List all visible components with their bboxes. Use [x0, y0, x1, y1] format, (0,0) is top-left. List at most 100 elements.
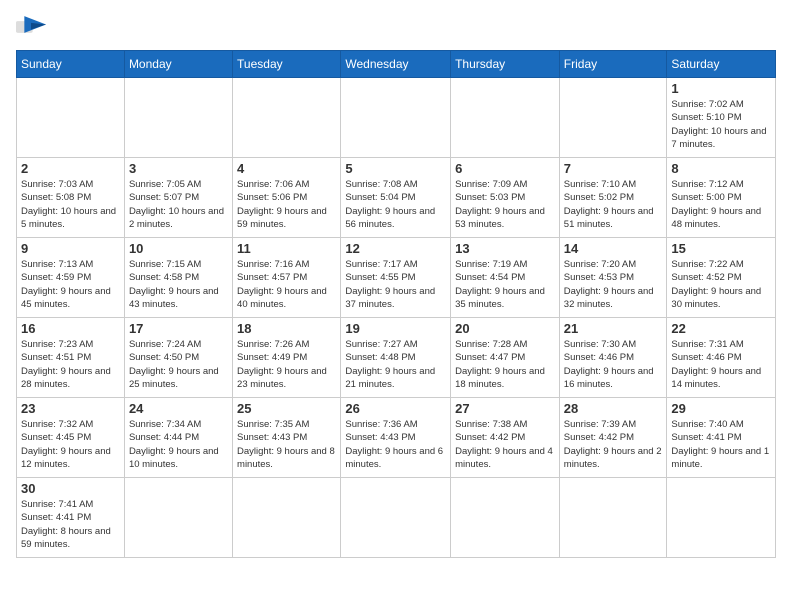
calendar-cell — [233, 478, 341, 558]
day-number: 9 — [21, 241, 120, 256]
day-info: Sunrise: 7:27 AMSunset: 4:48 PMDaylight:… — [345, 338, 446, 391]
calendar-cell: 12 Sunrise: 7:17 AMSunset: 4:55 PMDayligh… — [341, 238, 451, 318]
calendar-header-thursday: Thursday — [451, 51, 560, 78]
calendar-cell: 8Sunrise: 7:12 AMSunset: 5:00 PMDaylight… — [667, 158, 776, 238]
calendar-header-sunday: Sunday — [17, 51, 125, 78]
calendar-cell — [124, 78, 232, 158]
day-number: 28 — [564, 401, 663, 416]
week-row-1: 1 Sunrise: 7:02 AMSunset: 5:10 PMDaylight… — [17, 78, 776, 158]
day-info: Sunrise: 7:26 AMSunset: 4:49 PMDaylight:… — [237, 338, 336, 391]
day-info: Sunrise: 7:34 AMSunset: 4:44 PMDaylight:… — [129, 418, 228, 471]
day-info: Sunrise: 7:28 AMSunset: 4:47 PMDaylight:… — [455, 338, 555, 391]
day-number: 14 — [564, 241, 663, 256]
calendar-cell — [17, 78, 125, 158]
day-number: 20 — [455, 321, 555, 336]
calendar-cell — [451, 478, 560, 558]
calendar-cell: 15 Sunrise: 7:22 AMSunset: 4:52 PMDayligh… — [667, 238, 776, 318]
day-info: Sunrise: 7:39 AMSunset: 4:42 PMDaylight:… — [564, 418, 663, 471]
calendar-cell: 18Sunrise: 7:26 AMSunset: 4:49 PMDayligh… — [233, 318, 341, 398]
day-info: Sunrise: 7:16 AMSunset: 4:57 PMDaylight:… — [237, 258, 336, 311]
calendar-cell: 6Sunrise: 7:09 AMSunset: 5:03 PMDaylight… — [451, 158, 560, 238]
day-number: 16 — [21, 321, 120, 336]
day-number: 2 — [21, 161, 120, 176]
calendar-cell: 17 Sunrise: 7:24 AMSunset: 4:50 PMDayligh… — [124, 318, 232, 398]
calendar-cell — [341, 78, 451, 158]
calendar-cell: 10Sunrise: 7:15 AMSunset: 4:58 PMDayligh… — [124, 238, 232, 318]
calendar-cell: 14 Sunrise: 7:20 AMSunset: 4:53 PMDayligh… — [559, 238, 667, 318]
day-info: Sunrise: 7:20 AMSunset: 4:53 PMDaylight:… — [564, 258, 663, 311]
day-number: 21 — [564, 321, 663, 336]
week-row-4: 16 Sunrise: 7:23 AMSunset: 4:51 PMDayligh… — [17, 318, 776, 398]
calendar-cell: 23 Sunrise: 7:32 AMSunset: 4:45 PMDayligh… — [17, 398, 125, 478]
day-number: 12 — [345, 241, 446, 256]
calendar-cell: 13Sunrise: 7:19 AMSunset: 4:54 PMDayligh… — [451, 238, 560, 318]
day-info: Sunrise: 7:09 AMSunset: 5:03 PMDaylight:… — [455, 178, 555, 231]
day-info: Sunrise: 7:32 AMSunset: 4:45 PMDaylight:… — [21, 418, 120, 471]
calendar-header-saturday: Saturday — [667, 51, 776, 78]
calendar-cell — [233, 78, 341, 158]
day-number: 27 — [455, 401, 555, 416]
calendar-cell: 1 Sunrise: 7:02 AMSunset: 5:10 PMDaylight… — [667, 78, 776, 158]
week-row-3: 9 Sunrise: 7:13 AMSunset: 4:59 PMDaylight… — [17, 238, 776, 318]
day-info: Sunrise: 7:03 AMSunset: 5:08 PMDaylight:… — [21, 178, 120, 231]
day-number: 3 — [129, 161, 228, 176]
day-info: Sunrise: 7:12 AMSunset: 5:00 PMDaylight:… — [671, 178, 771, 231]
day-info: Sunrise: 7:41 AMSunset: 4:41 PMDaylight:… — [21, 498, 120, 551]
day-info: Sunrise: 7:38 AMSunset: 4:42 PMDaylight:… — [455, 418, 555, 471]
day-number: 13 — [455, 241, 555, 256]
day-number: 17 — [129, 321, 228, 336]
day-number: 19 — [345, 321, 446, 336]
calendar-cell — [124, 478, 232, 558]
calendar-cell: 25 Sunrise: 7:35 AMSunset: 4:43 PMDayligh… — [233, 398, 341, 478]
day-number: 7 — [564, 161, 663, 176]
day-number: 11 — [237, 241, 336, 256]
calendar-cell: 21 Sunrise: 7:30 AMSunset: 4:46 PMDayligh… — [559, 318, 667, 398]
calendar-cell: 7 Sunrise: 7:10 AMSunset: 5:02 PMDaylight… — [559, 158, 667, 238]
day-number: 23 — [21, 401, 120, 416]
calendar-cell: 16 Sunrise: 7:23 AMSunset: 4:51 PMDayligh… — [17, 318, 125, 398]
day-info: Sunrise: 7:36 AMSunset: 4:43 PMDaylight:… — [345, 418, 446, 471]
calendar-cell: 24 Sunrise: 7:34 AMSunset: 4:44 PMDayligh… — [124, 398, 232, 478]
day-info: Sunrise: 7:35 AMSunset: 4:43 PMDaylight:… — [237, 418, 336, 471]
calendar-header-monday: Monday — [124, 51, 232, 78]
calendar-cell: 4 Sunrise: 7:06 AMSunset: 5:06 PMDaylight… — [233, 158, 341, 238]
calendar-cell: 26Sunrise: 7:36 AMSunset: 4:43 PMDayligh… — [341, 398, 451, 478]
day-info: Sunrise: 7:23 AMSunset: 4:51 PMDaylight:… — [21, 338, 120, 391]
day-number: 29 — [671, 401, 771, 416]
day-info: Sunrise: 7:05 AMSunset: 5:07 PMDaylight:… — [129, 178, 228, 231]
calendar-cell: 19 Sunrise: 7:27 AMSunset: 4:48 PMDayligh… — [341, 318, 451, 398]
day-info: Sunrise: 7:30 AMSunset: 4:46 PMDaylight:… — [564, 338, 663, 391]
day-info: Sunrise: 7:06 AMSunset: 5:06 PMDaylight:… — [237, 178, 336, 231]
calendar-cell: 3 Sunrise: 7:05 AMSunset: 5:07 PMDaylight… — [124, 158, 232, 238]
week-row-5: 23 Sunrise: 7:32 AMSunset: 4:45 PMDayligh… — [17, 398, 776, 478]
week-row-6: 30 Sunrise: 7:41 AMSunset: 4:41 PMDayligh… — [17, 478, 776, 558]
day-info: Sunrise: 7:22 AMSunset: 4:52 PMDaylight:… — [671, 258, 771, 311]
calendar-header-row: SundayMondayTuesdayWednesdayThursdayFrid… — [17, 51, 776, 78]
day-info: Sunrise: 7:02 AMSunset: 5:10 PMDaylight:… — [671, 98, 771, 151]
calendar-header-tuesday: Tuesday — [233, 51, 341, 78]
day-number: 30 — [21, 481, 120, 496]
calendar-cell — [559, 78, 667, 158]
calendar-cell: 2 Sunrise: 7:03 AMSunset: 5:08 PMDaylight… — [17, 158, 125, 238]
day-number: 22 — [671, 321, 771, 336]
calendar-table: SundayMondayTuesdayWednesdayThursdayFrid… — [16, 50, 776, 558]
calendar-cell — [451, 78, 560, 158]
calendar-cell: 20 Sunrise: 7:28 AMSunset: 4:47 PMDayligh… — [451, 318, 560, 398]
day-info: Sunrise: 7:10 AMSunset: 5:02 PMDaylight:… — [564, 178, 663, 231]
calendar-cell — [341, 478, 451, 558]
calendar-cell: 5Sunrise: 7:08 AMSunset: 5:04 PMDaylight… — [341, 158, 451, 238]
calendar-header-friday: Friday — [559, 51, 667, 78]
day-number: 5 — [345, 161, 446, 176]
day-info: Sunrise: 7:31 AMSunset: 4:46 PMDaylight:… — [671, 338, 771, 391]
day-info: Sunrise: 7:40 AMSunset: 4:41 PMDaylight:… — [671, 418, 771, 471]
day-info: Sunrise: 7:13 AMSunset: 4:59 PMDaylight:… — [21, 258, 120, 311]
day-number: 1 — [671, 81, 771, 96]
day-number: 25 — [237, 401, 336, 416]
day-number: 15 — [671, 241, 771, 256]
day-number: 4 — [237, 161, 336, 176]
day-info: Sunrise: 7:17 AMSunset: 4:55 PMDaylight:… — [345, 258, 446, 311]
day-number: 24 — [129, 401, 228, 416]
day-info: Sunrise: 7:24 AMSunset: 4:50 PMDaylight:… — [129, 338, 228, 391]
logo — [16, 16, 50, 38]
calendar-cell — [559, 478, 667, 558]
